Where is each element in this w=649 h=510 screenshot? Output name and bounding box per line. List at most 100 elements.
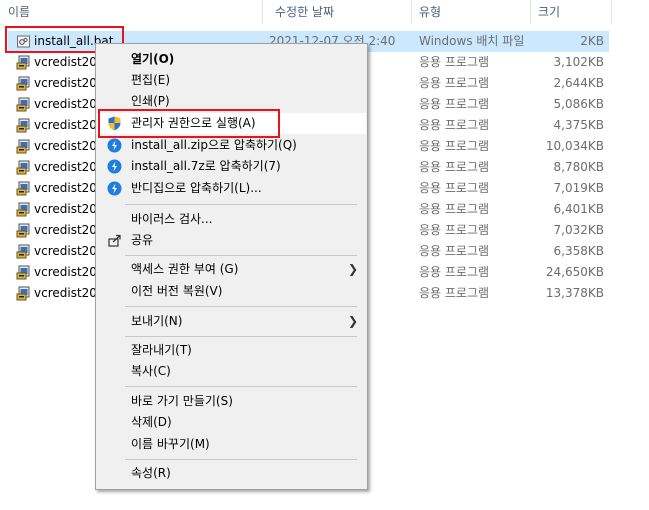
menu-item-label: 열기(O) [131,52,175,66]
menu-item-7z[interactable]: install_all.7z로 압축하기(7) [97,156,366,177]
file-name: vcredist200 [34,55,105,69]
menu-item-create-shortcut[interactable]: 바로 가기 만들기(S) [97,391,366,412]
file-type: 응용 프로그램 [419,265,490,279]
installer-exe-icon [16,55,31,70]
file-name: vcredist201 [34,181,105,195]
file-name: vcredist201 [34,286,105,300]
column-date-header[interactable]: 수정한 날짜 [275,0,334,24]
file-size: 3,102KB [553,55,604,69]
file-type: 응용 프로그램 [419,97,490,111]
file-name: vcredist200 [34,76,105,90]
file-name: vcredist201 [34,139,105,153]
file-type: Windows 배치 파일 [419,34,525,48]
menu-item-label: 속성(R) [131,466,171,480]
file-size: 4,375KB [553,118,604,132]
menu-item-label: 이전 버전 복원(V) [131,284,223,298]
file-size: 10,034KB [545,139,604,153]
menu-item-copy[interactable]: 복사(C) [97,361,366,382]
file-size: 8,780KB [553,160,604,174]
menu-item-label: install_all.zip으로 압축하기(Q) [131,138,297,152]
highlight-box-run-as-admin [98,109,280,138]
sort-ascending-icon: ^ [133,0,142,7]
menu-item-share[interactable]: 공유 [97,230,366,251]
file-type: 응용 프로그램 [419,223,490,237]
chevron-right-icon: ❯ [347,314,358,328]
menu-item-label: install_all.7z로 압축하기(7) [131,159,281,173]
chevron-right-icon: ❯ [347,262,358,276]
file-name: vcredist201 [34,265,105,279]
file-size: 7,019KB [553,181,604,195]
menu-item-virus-scan[interactable]: 바이러스 검사... [97,209,366,230]
menu-item-label: 액세스 권한 부여 (G) [131,262,239,276]
menu-item-label: 바이러스 검사... [131,212,213,226]
file-size: 2,644KB [553,76,604,90]
file-size: 2KB [580,34,604,48]
bandizip-icon [107,181,122,196]
file-name: vcredist201 [34,202,105,216]
column-divider[interactable] [411,0,412,24]
menu-separator [125,255,357,256]
bandizip-icon [107,159,122,174]
menu-item-zip[interactable]: install_all.zip으로 압축하기(Q) [97,135,366,156]
file-name: vcredist200 [34,118,105,132]
file-type: 응용 프로그램 [419,118,490,132]
file-type: 응용 프로그램 [419,55,490,69]
installer-exe-icon [16,118,31,133]
installer-exe-icon [16,76,31,91]
file-size: 6,401KB [553,202,604,216]
menu-item-properties[interactable]: 속성(R) [97,463,366,484]
installer-exe-icon [16,265,31,280]
bandizip-icon [107,138,122,153]
column-header: ^ 이름 수정한 날짜 유형 크기 [0,0,649,24]
file-name: vcredist201 [34,244,105,258]
menu-item-label: 편집(E) [131,73,171,87]
menu-item-label: 공유 [131,233,154,247]
menu-separator [125,386,357,387]
column-size-header[interactable]: 크기 [538,0,560,24]
file-type: 응용 프로그램 [419,202,490,216]
menu-item-bandizip[interactable]: 반디집으로 압축하기(L)... [97,178,366,199]
file-type: 응용 프로그램 [419,76,490,90]
menu-item-edit[interactable]: 편집(E) [97,70,366,91]
installer-exe-icon [16,223,31,238]
installer-exe-icon [16,244,31,259]
column-type-header[interactable]: 유형 [419,0,441,24]
menu-item-label: 반디집으로 압축하기(L)... [131,181,262,195]
menu-item-open[interactable]: 열기(O) [97,49,366,70]
menu-item-label: 복사(C) [131,364,171,378]
installer-exe-icon [16,181,31,196]
installer-exe-icon [16,160,31,175]
column-name-header[interactable]: 이름 [8,0,30,24]
installer-exe-icon [16,202,31,217]
menu-item-label: 삭제(D) [131,415,172,429]
menu-item-restore-previous[interactable]: 이전 버전 복원(V) [97,281,366,302]
menu-separator [125,459,357,460]
file-name: vcredist200 [34,97,105,111]
share-icon [107,233,122,248]
menu-item-rename[interactable]: 이름 바꾸기(M) [97,434,366,455]
file-size: 6,358KB [553,244,604,258]
file-size: 24,650KB [545,265,604,279]
file-size: 13,378KB [545,286,604,300]
column-divider[interactable] [262,0,263,24]
menu-item-cut[interactable]: 잘라내기(T) [97,340,366,361]
file-type: 응용 프로그램 [419,181,490,195]
menu-item-send-to[interactable]: 보내기(N) ❯ [97,311,366,332]
installer-exe-icon [16,97,31,112]
menu-item-label: 잘라내기(T) [131,343,192,357]
installer-exe-icon [16,286,31,301]
column-divider[interactable] [611,0,612,24]
menu-separator [125,306,357,307]
file-name: vcredist201 [34,160,105,174]
file-type: 응용 프로그램 [419,286,490,300]
menu-item-delete[interactable]: 삭제(D) [97,412,366,433]
column-divider[interactable] [530,0,531,24]
menu-separator [125,336,357,337]
menu-item-grant-access[interactable]: 액세스 권한 부여 (G) ❯ [97,259,366,280]
file-name: vcredist201 [34,223,105,237]
menu-item-label: 이름 바꾸기(M) [131,437,210,451]
file-type: 응용 프로그램 [419,139,490,153]
file-type: 응용 프로그램 [419,160,490,174]
menu-item-label: 바로 가기 만들기(S) [131,394,233,408]
file-type: 응용 프로그램 [419,244,490,258]
